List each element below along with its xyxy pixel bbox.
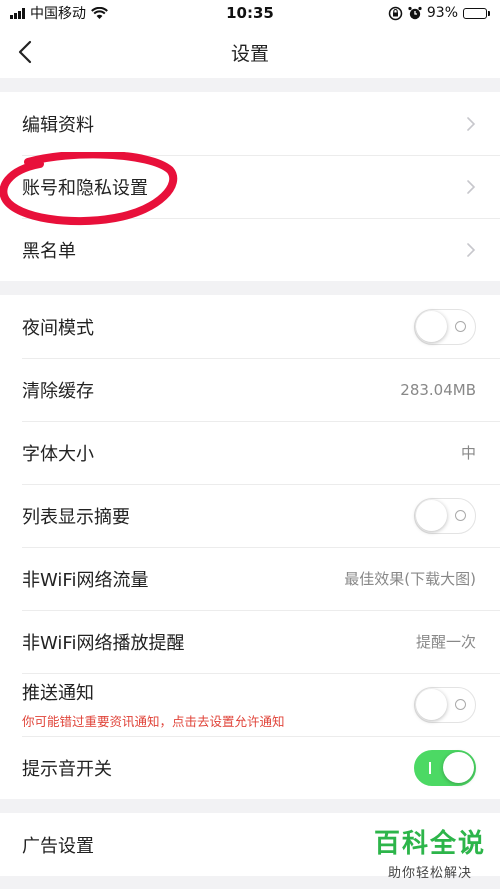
row-text: 非WiFi网络流量 <box>22 566 148 592</box>
chevron-right-icon <box>467 116 476 131</box>
row-clear-cache[interactable]: 清除缓存 283.04MB <box>0 358 500 421</box>
signal-icon <box>10 7 25 19</box>
row-list-summary[interactable]: 列表显示摘要 <box>0 484 500 547</box>
clear-cache-label: 清除缓存 <box>22 380 94 402</box>
row-text: 广告设置 <box>22 832 94 858</box>
row-text: 非WiFi网络播放提醒 <box>22 629 184 655</box>
row-blacklist[interactable]: 黑名单 <box>0 218 500 281</box>
notification-sound-toggle[interactable] <box>414 749 476 786</box>
ad-settings-label: 广告设置 <box>22 835 94 857</box>
watermark-main: 百科全说 <box>373 829 486 859</box>
account-privacy-label: 账号和隐私设置 <box>22 177 148 199</box>
list-summary-label: 列表显示摘要 <box>22 506 130 528</box>
edit-profile-label: 编辑资料 <box>22 114 94 136</box>
non-wifi-traffic-label: 非WiFi网络流量 <box>22 569 149 591</box>
row-text: 列表显示摘要 <box>22 503 130 529</box>
row-text: 推送通知你可能错过重要资讯通知，点击去设置允许通知 <box>22 679 285 730</box>
row-text: 清除缓存 <box>22 377 94 403</box>
navigation-bar: 设置 <box>0 26 500 78</box>
notification-sound-label: 提示音开关 <box>22 758 112 780</box>
row-account-privacy[interactable]: 账号和隐私设置 <box>0 155 500 218</box>
row-font-size[interactable]: 字体大小 中 <box>0 421 500 484</box>
rotation-lock-icon <box>388 6 403 20</box>
watermark-sub: 助你轻松解决 <box>387 866 472 881</box>
wifi-icon <box>91 6 108 19</box>
row-text: 黑名单 <box>22 237 76 263</box>
settings-group-2: 夜间模式清除缓存 283.04MB 字体大小 中列表显示摘要 非WiFi网络流量 最佳效果… <box>0 295 500 799</box>
back-button[interactable] <box>18 36 50 68</box>
carrier-name: 中国移动 <box>30 6 86 22</box>
blacklist-label: 黑名单 <box>22 240 76 262</box>
row-text: 夜间模式 <box>22 314 94 340</box>
row-edit-profile[interactable]: 编辑资料 <box>0 92 500 155</box>
row-notification-sound[interactable]: 提示音开关 <box>0 736 500 799</box>
status-left: 中国移动 <box>10 3 108 23</box>
night-mode-label: 夜间模式 <box>22 317 94 339</box>
chevron-right-icon <box>467 242 476 257</box>
row-text: 编辑资料 <box>22 111 94 137</box>
row-non-wifi-playback-reminder[interactable]: 非WiFi网络播放提醒 提醒一次 <box>0 610 500 673</box>
row-text: 账号和隐私设置 <box>22 174 148 200</box>
chevron-left-icon <box>18 40 32 64</box>
night-mode-toggle[interactable] <box>414 308 476 345</box>
row-non-wifi-traffic[interactable]: 非WiFi网络流量 最佳效果(下载大图) <box>0 547 500 610</box>
battery-percent: 93% <box>426 5 458 21</box>
push-notification-label: 推送通知 <box>22 683 94 704</box>
row-text: 字体大小 <box>22 440 94 466</box>
list-summary-toggle[interactable] <box>414 497 476 534</box>
alarm-icon <box>408 6 422 19</box>
watermark-logo: 百科全说 助你轻松解决 <box>374 823 486 881</box>
chevron-right-icon <box>467 179 476 194</box>
push-notification-toggle[interactable] <box>414 686 476 723</box>
status-bar: 中国移动 10:35 93% <box>0 0 500 26</box>
row-push-notification[interactable]: 推送通知你可能错过重要资讯通知，点击去设置允许通知 <box>0 673 500 736</box>
status-right: 93% <box>388 5 490 21</box>
font-size-value: 中 <box>460 444 476 462</box>
clear-cache-value: 283.04MB <box>400 380 476 399</box>
battery-icon <box>463 7 490 19</box>
font-size-label: 字体大小 <box>22 443 94 465</box>
row-night-mode[interactable]: 夜间模式 <box>0 295 500 358</box>
non-wifi-playback-reminder-label: 非WiFi网络播放提醒 <box>22 632 185 654</box>
settings-list: 编辑资料账号和隐私设置 黑名单夜间模式清除缓存 283.04MB 字体大小 中列表显示摘… <box>0 92 500 876</box>
non-wifi-playback-reminder-value: 提醒一次 <box>415 633 476 651</box>
push-notification-warning: 你可能错过重要资讯通知，点击去设置允许通知 <box>22 714 285 729</box>
page-title: 设置 <box>230 42 269 65</box>
non-wifi-traffic-value: 最佳效果(下载大图) <box>344 570 476 588</box>
row-text: 提示音开关 <box>22 755 112 781</box>
settings-group-1: 编辑资料账号和隐私设置 黑名单 <box>0 92 500 281</box>
